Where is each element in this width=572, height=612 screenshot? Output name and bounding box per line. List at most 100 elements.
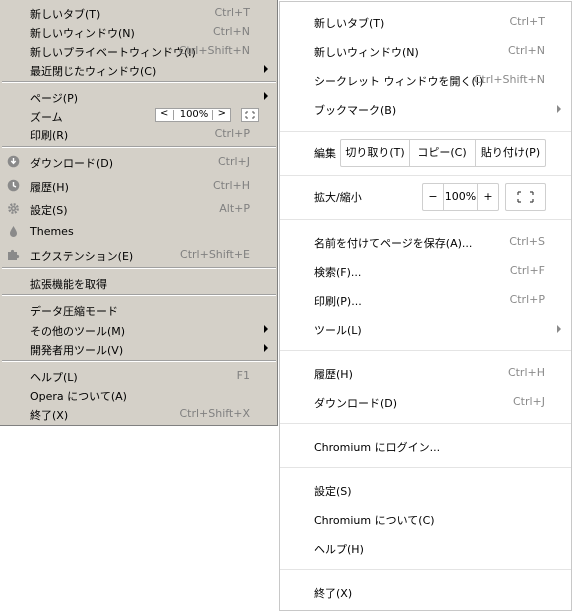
menu-item-edit: 編集 切り取り(T) コピー(C) 貼り付け(P)	[280, 138, 571, 170]
menu-item-label: 終了(X)	[30, 409, 69, 422]
paste-button[interactable]: 貼り付け(P)	[476, 140, 545, 166]
menu-item-history[interactable]: 履歴(H) Ctrl+H	[0, 176, 276, 195]
fullscreen-icon	[245, 111, 255, 119]
menu-item-help[interactable]: ヘルプ(L) F1	[0, 366, 276, 385]
menu-item-help[interactable]: ヘルプ(H)	[280, 534, 571, 562]
zoom-out-button[interactable]: <	[160, 108, 168, 119]
menu-item-label: ダウンロード(D)	[30, 157, 114, 170]
menu-item-incognito[interactable]: シークレット ウィンドウを開く(I) Ctrl+Shift+N	[280, 66, 571, 94]
menu-item-page[interactable]: ページ(P)	[0, 87, 276, 106]
menu-item-find[interactable]: 検索(F)... Ctrl+F	[280, 257, 571, 285]
edit-button-group: 切り取り(T) コピー(C) 貼り付け(P)	[340, 139, 546, 167]
menu-item-new-window[interactable]: 新しいウィンドウ(N) Ctrl+N	[0, 22, 276, 41]
menu-separator	[2, 294, 276, 296]
divider	[173, 110, 174, 120]
menu-item-shortcut: Ctrl+J	[217, 155, 250, 168]
menu-item-label: 検索(F)...	[314, 266, 362, 279]
menu-item-shortcut: Ctrl+Shift+E	[180, 248, 250, 261]
menu-item-label: 新しいタブ(T)	[314, 17, 385, 30]
menu-item-zoom: ズーム < 100% >	[0, 106, 276, 125]
menu-item-developer-tools[interactable]: 開発者用ツール(V)	[0, 339, 276, 358]
menu-item-tools[interactable]: ツール(L)	[280, 315, 571, 343]
fullscreen-button[interactable]	[505, 183, 546, 211]
submenu-arrow-icon	[264, 65, 268, 73]
menu-item-new-private-window[interactable]: 新しいプライベートウィンドウ(I) Ctrl+Shift+N	[0, 41, 276, 60]
menu-item-shortcut: Ctrl+F	[509, 264, 545, 277]
menu-item-label: 新しいタブ(T)	[30, 8, 101, 21]
menu-item-save-page-as[interactable]: 名前を付けてページを保存(A)... Ctrl+S	[280, 228, 571, 256]
puzzle-piece-icon	[7, 248, 20, 261]
menu-separator	[280, 175, 571, 176]
menu-item-label: ヘルプ(H)	[314, 543, 364, 556]
menu-separator	[280, 219, 571, 220]
menu-item-shortcut: Ctrl+T	[214, 6, 250, 19]
menu-item-exit[interactable]: 終了(X)	[280, 578, 571, 606]
menu-item-label: 拡張機能を取得	[30, 278, 107, 291]
menu-item-sign-in[interactable]: Chromium にログイン...	[280, 432, 571, 460]
menu-separator	[2, 360, 276, 362]
menu-item-label: 印刷(R)	[30, 129, 69, 142]
chromium-main-menu: 新しいタブ(T) Ctrl+T 新しいウィンドウ(N) Ctrl+N シークレッ…	[279, 1, 572, 611]
menu-item-exit[interactable]: 終了(X) Ctrl+Shift+X	[0, 404, 276, 423]
menu-item-settings[interactable]: 設定(S) Alt+P	[0, 199, 276, 218]
menu-item-print[interactable]: 印刷(R) Ctrl+P	[0, 124, 276, 143]
menu-item-label: データ圧縮モード	[30, 305, 118, 318]
cut-button[interactable]: 切り取り(T)	[341, 140, 409, 166]
menu-item-shortcut: Ctrl+Shift+N	[473, 73, 545, 86]
menu-item-about[interactable]: Opera について(A)	[0, 385, 276, 404]
menu-item-new-tab[interactable]: 新しいタブ(T) Ctrl+T	[0, 3, 276, 22]
menu-item-downloads[interactable]: ダウンロード(D) Ctrl+J	[0, 152, 276, 171]
menu-item-new-window[interactable]: 新しいウィンドウ(N) Ctrl+N	[280, 37, 571, 65]
menu-item-label: Chromium について(C)	[314, 514, 435, 527]
menu-item-label: 印刷(P)...	[314, 295, 362, 308]
menu-item-label: Themes	[30, 225, 74, 238]
menu-item-other-tools[interactable]: その他のツール(M)	[0, 320, 276, 339]
menu-item-label: 名前を付けてページを保存(A)...	[314, 237, 473, 250]
copy-button[interactable]: コピー(C)	[410, 140, 474, 166]
menu-item-extensions[interactable]: エクステンション(E) Ctrl+Shift+E	[0, 245, 276, 264]
menu-item-label: ブックマーク(B)	[314, 104, 397, 117]
menu-item-label: その他のツール(M)	[30, 325, 126, 338]
gear-icon	[7, 202, 20, 215]
clock-icon	[7, 179, 20, 192]
menu-item-bookmarks[interactable]: ブックマーク(B)	[280, 95, 571, 123]
zoom-control: − 100% +	[422, 183, 499, 211]
menu-item-themes[interactable]: Themes	[0, 222, 276, 241]
menu-item-label: 新しいウィンドウ(N)	[30, 27, 135, 40]
menu-item-settings[interactable]: 設定(S)	[280, 476, 571, 504]
menu-item-shortcut: Ctrl+H	[212, 179, 250, 192]
menu-item-label: 開発者用ツール(V)	[30, 344, 124, 357]
menu-item-shortcut: Ctrl+T	[509, 15, 545, 28]
menu-item-recently-closed[interactable]: 最近閉じたウィンドウ(C)	[0, 60, 276, 79]
menu-item-data-saver[interactable]: データ圧縮モード	[0, 300, 276, 319]
menu-item-new-tab[interactable]: 新しいタブ(T) Ctrl+T	[280, 8, 571, 36]
menu-item-get-extensions[interactable]: 拡張機能を取得	[0, 273, 276, 292]
zoom-in-button[interactable]: >	[218, 108, 226, 119]
menu-separator	[2, 81, 276, 83]
menu-item-label: Chromium にログイン...	[314, 441, 441, 454]
menu-item-history[interactable]: 履歴(H) Ctrl+H	[280, 359, 571, 387]
menu-item-shortcut: Ctrl+P	[509, 293, 545, 306]
menu-item-shortcut: Ctrl+Shift+N	[178, 44, 250, 57]
menu-item-shortcut: Ctrl+Shift+X	[179, 407, 250, 420]
zoom-level: 100%	[444, 190, 477, 203]
menu-item-shortcut: Ctrl+J	[512, 395, 545, 408]
menu-item-label: 設定(S)	[30, 204, 68, 217]
menu-separator	[2, 146, 276, 148]
menu-item-about[interactable]: Chromium について(C)	[280, 505, 571, 533]
menu-separator	[2, 267, 276, 269]
submenu-arrow-icon	[557, 325, 561, 333]
menu-item-label: 最近閉じたウィンドウ(C)	[30, 65, 157, 78]
menu-item-downloads[interactable]: ダウンロード(D) Ctrl+J	[280, 388, 571, 416]
opera-main-menu: 新しいタブ(T) Ctrl+T 新しいウィンドウ(N) Ctrl+N 新しいプラ…	[0, 0, 278, 426]
menu-item-shortcut: F1	[236, 369, 250, 382]
submenu-arrow-icon	[264, 325, 268, 333]
menu-item-shortcut: Ctrl+S	[509, 235, 545, 248]
menu-item-shortcut: Ctrl+N	[507, 44, 545, 57]
menu-item-print[interactable]: 印刷(P)... Ctrl+P	[280, 286, 571, 314]
menu-item-label: 拡大/縮小	[314, 191, 362, 204]
zoom-in-button[interactable]: +	[478, 184, 498, 210]
zoom-level: 100%	[179, 109, 209, 120]
zoom-out-button[interactable]: −	[423, 184, 443, 210]
fullscreen-button[interactable]	[241, 108, 259, 122]
